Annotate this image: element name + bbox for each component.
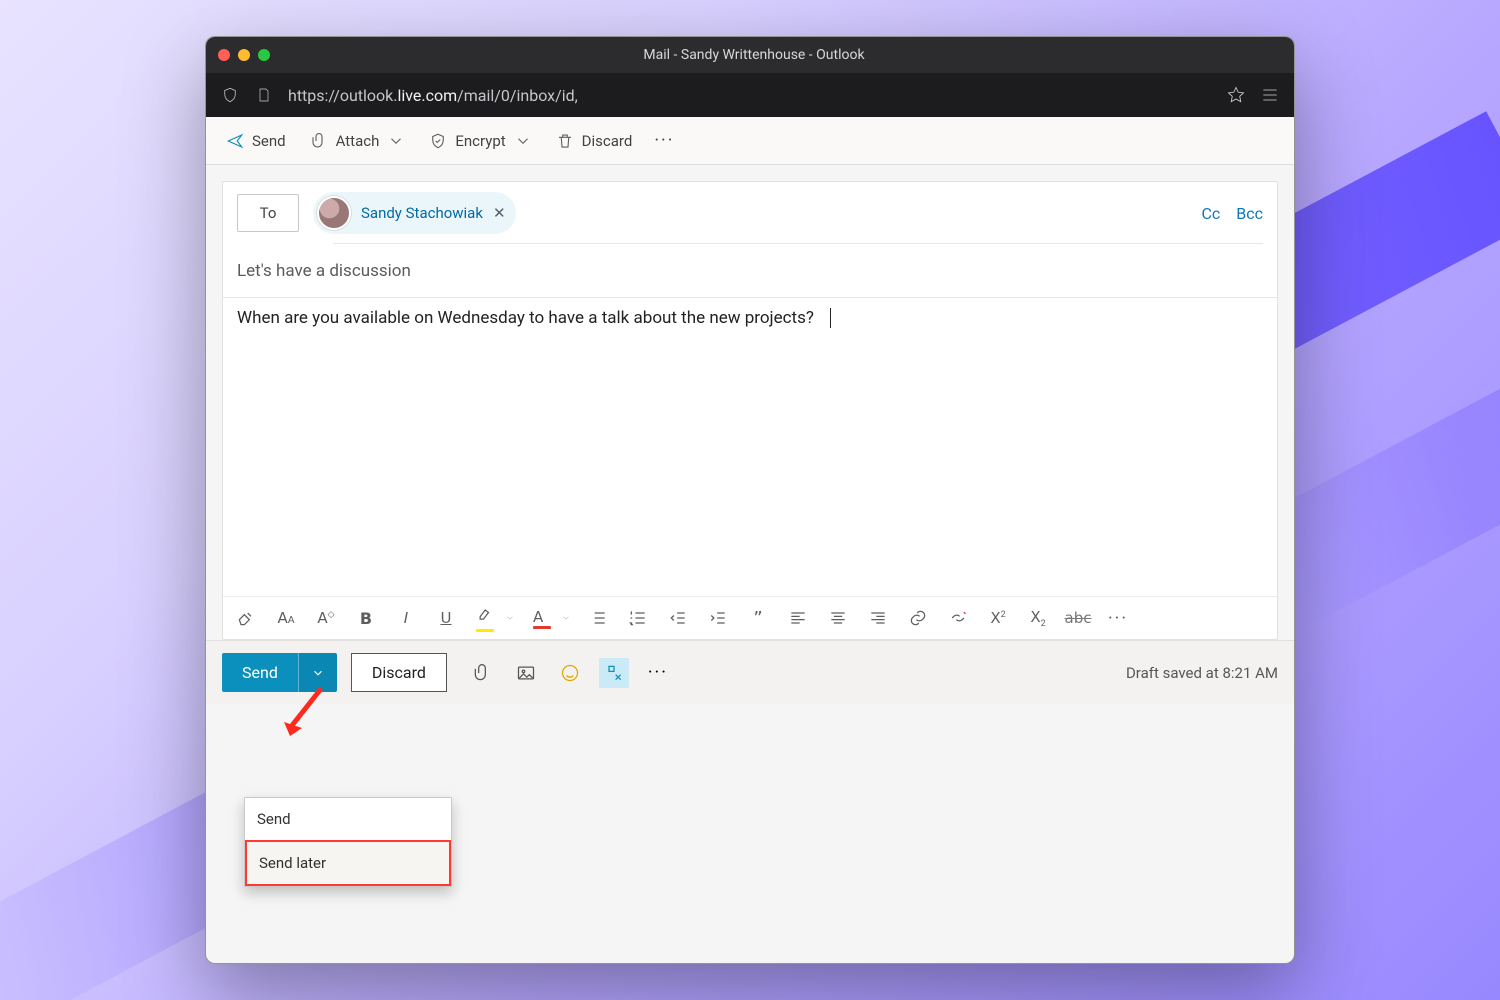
font-color-button[interactable]: A bbox=[529, 605, 555, 631]
align-center-button[interactable] bbox=[825, 605, 851, 631]
font-color-chevron-icon[interactable] bbox=[561, 613, 571, 623]
browser-window: Mail - Sandy Writtenhouse - Outlook http… bbox=[205, 36, 1295, 964]
body-text: When are you available on Wednesday to h… bbox=[237, 308, 814, 328]
attach-file-icon[interactable] bbox=[467, 658, 497, 688]
url-text[interactable]: https://outlook.live.com/mail/0/inbox/id… bbox=[288, 86, 1212, 105]
emoji-icon[interactable] bbox=[555, 658, 585, 688]
to-row: To Sandy Stachowiak ✕ Cc Bcc bbox=[223, 182, 1277, 245]
action-icon-group: ··· bbox=[467, 658, 673, 688]
compose-toolbar: Send Attach Encrypt Discard ··· bbox=[206, 117, 1294, 165]
url-prefix: https://outlook. bbox=[288, 86, 398, 105]
toolbar-send-button[interactable]: Send bbox=[218, 126, 294, 156]
format-painter-icon[interactable] bbox=[233, 605, 259, 631]
strikethrough-button[interactable]: abc bbox=[1065, 605, 1091, 631]
quote-button[interactable]: ” bbox=[745, 605, 771, 631]
toolbar-discard-button[interactable]: Discard bbox=[548, 126, 641, 156]
link-button[interactable] bbox=[905, 605, 931, 631]
toolbar-attach-button[interactable]: Attach bbox=[302, 126, 414, 156]
dropdown-send[interactable]: Send bbox=[245, 798, 451, 840]
bold-button[interactable]: B bbox=[353, 605, 379, 631]
action-bar: Send Discard ··· Draft saved at 8:21 AM bbox=[206, 640, 1294, 704]
page-info-icon[interactable] bbox=[254, 85, 274, 105]
maximize-window-button[interactable] bbox=[258, 49, 270, 61]
highlight-chevron-icon[interactable] bbox=[505, 613, 515, 623]
close-window-button[interactable] bbox=[218, 49, 230, 61]
url-path: /mail/0/inbox/id, bbox=[457, 86, 578, 105]
underline-button[interactable]: U bbox=[433, 605, 459, 631]
window-controls bbox=[218, 49, 270, 61]
text-caret bbox=[830, 308, 831, 328]
signature-icon[interactable] bbox=[599, 658, 629, 688]
dropdown-send-later[interactable]: Send later bbox=[245, 840, 451, 886]
font-size-button[interactable]: A◇ bbox=[313, 605, 339, 631]
number-list-button[interactable] bbox=[625, 605, 651, 631]
remove-recipient-icon[interactable]: ✕ bbox=[493, 204, 506, 222]
toolbar-attach-label: Attach bbox=[336, 132, 380, 150]
url-host: live.com bbox=[398, 86, 458, 105]
draft-status: Draft saved at 8:21 AM bbox=[1126, 664, 1278, 682]
cc-button[interactable]: Cc bbox=[1201, 204, 1220, 223]
subscript-button[interactable]: X2 bbox=[1025, 605, 1051, 631]
recipient-chip[interactable]: Sandy Stachowiak ✕ bbox=[313, 192, 516, 234]
toolbar-send-label: Send bbox=[252, 132, 286, 150]
body-row[interactable]: When are you available on Wednesday to h… bbox=[223, 298, 1277, 596]
shield-icon[interactable] bbox=[220, 85, 240, 105]
unlink-button[interactable] bbox=[945, 605, 971, 631]
recipient-avatar bbox=[317, 196, 351, 230]
superscript-button[interactable]: X2 bbox=[985, 605, 1011, 631]
toolbar-more-button[interactable]: ··· bbox=[648, 126, 680, 155]
titlebar: Mail - Sandy Writtenhouse - Outlook bbox=[206, 37, 1294, 73]
compose-card: To Sandy Stachowiak ✕ Cc Bcc When are yo… bbox=[222, 181, 1278, 640]
formatting-toolbar: AA A◇ B I U A ” X2 X2 bbox=[223, 596, 1277, 639]
discard-button[interactable]: Discard bbox=[351, 653, 447, 692]
send-dropdown: Send Send later bbox=[244, 797, 452, 887]
indent-button[interactable] bbox=[705, 605, 731, 631]
insert-image-icon[interactable] bbox=[511, 658, 541, 688]
address-bar: https://outlook.live.com/mail/0/inbox/id… bbox=[206, 73, 1294, 117]
italic-button[interactable]: I bbox=[393, 605, 419, 631]
font-family-button[interactable]: AA bbox=[273, 605, 299, 631]
subject-row bbox=[223, 245, 1277, 298]
toolbar-discard-label: Discard bbox=[582, 132, 633, 150]
highlight-button[interactable] bbox=[473, 605, 499, 631]
toolbar-encrypt-label: Encrypt bbox=[455, 132, 505, 150]
cc-bcc-group: Cc Bcc bbox=[1201, 204, 1263, 223]
recipient-name: Sandy Stachowiak bbox=[361, 204, 483, 222]
format-more-button[interactable]: ··· bbox=[1105, 605, 1131, 631]
subject-input[interactable] bbox=[237, 255, 1263, 287]
bullet-list-button[interactable] bbox=[585, 605, 611, 631]
hamburger-menu-icon[interactable] bbox=[1260, 85, 1280, 105]
annotation-arrow bbox=[272, 684, 332, 748]
action-more-button[interactable]: ··· bbox=[643, 658, 673, 688]
bcc-button[interactable]: Bcc bbox=[1236, 204, 1263, 223]
align-right-button[interactable] bbox=[865, 605, 891, 631]
outdent-button[interactable] bbox=[665, 605, 691, 631]
to-button[interactable]: To bbox=[237, 194, 299, 232]
toolbar-encrypt-button[interactable]: Encrypt bbox=[421, 126, 539, 156]
compose-area: To Sandy Stachowiak ✕ Cc Bcc When are yo… bbox=[206, 165, 1294, 640]
align-left-button[interactable] bbox=[785, 605, 811, 631]
bookmark-star-icon[interactable] bbox=[1226, 85, 1246, 105]
window-title: Mail - Sandy Writtenhouse - Outlook bbox=[270, 47, 1238, 63]
minimize-window-button[interactable] bbox=[238, 49, 250, 61]
